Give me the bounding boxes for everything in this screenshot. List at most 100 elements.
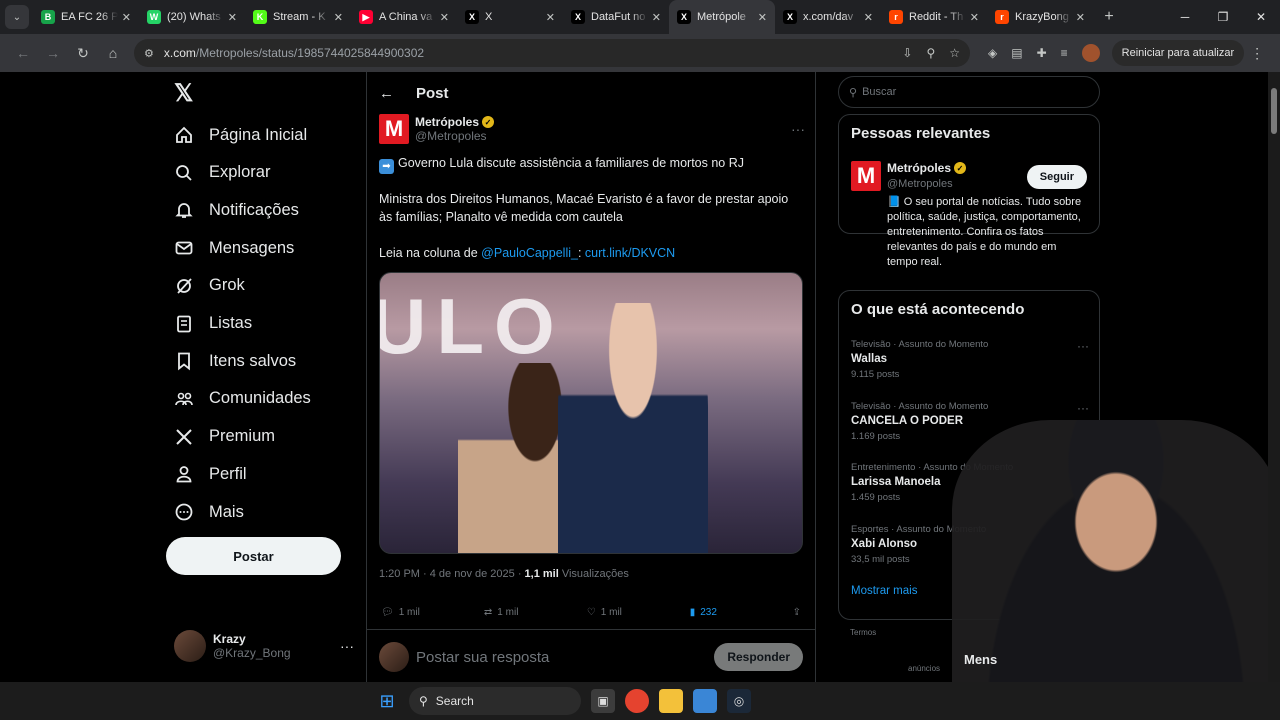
reply-action[interactable]: 💬︎ 1 mil	[381, 607, 484, 618]
reply-input[interactable]: Postar sua resposta	[416, 649, 549, 666]
nav-item-mais[interactable]: Mais	[174, 497, 244, 527]
trend-item[interactable]: Televisão · Assunto do Momento Wallas 9.11…	[851, 339, 1089, 380]
nav-item-página-inicial[interactable]: Página Inicial	[174, 120, 307, 150]
metropoles-logo-icon[interactable]: M	[851, 161, 881, 191]
extension-icon[interactable]: ▤	[1011, 46, 1022, 60]
page-title: Post	[416, 84, 449, 102]
trend-count: 9.115 posts	[851, 369, 900, 380]
metropoles-logo-icon[interactable]: M	[379, 114, 409, 144]
browser-tab[interactable]: X X ✕	[457, 0, 563, 34]
nav-item-premium[interactable]: Premium	[174, 422, 275, 452]
more-icon[interactable]: ···	[340, 638, 354, 654]
x-logo-icon[interactable]: 𝕏	[174, 82, 198, 106]
site-info-icon[interactable]: ⚙	[144, 47, 154, 60]
post-button[interactable]: Postar	[166, 537, 341, 575]
page-scrollbar[interactable]	[1268, 72, 1280, 682]
repost-action[interactable]: ⇄ 1 mil	[484, 607, 587, 618]
store-icon[interactable]	[693, 689, 717, 713]
maximize-button[interactable]: ❐	[1204, 10, 1242, 24]
browser-tab[interactable]: Xx.com/dav ✕	[775, 0, 881, 34]
forward-button[interactable]: →	[38, 38, 68, 68]
divider	[367, 629, 815, 630]
relevant-name-row[interactable]: Metrópoles ✓	[887, 161, 967, 175]
mention-link[interactable]: @PauloCappelli_	[481, 246, 578, 260]
search-icon: ⚲	[849, 86, 858, 99]
search-input[interactable]: ⚲ Buscar	[838, 76, 1100, 108]
close-tab-icon[interactable]: ✕	[440, 11, 449, 24]
ads-info-link[interactable]: anúncios	[908, 664, 940, 673]
browser-tab[interactable]: X DataFut no ✕	[563, 0, 669, 34]
close-tab-icon[interactable]: ✕	[228, 11, 237, 24]
browser-tab[interactable]: r KrazyBong ✕	[987, 0, 1093, 34]
task-view-icon[interactable]: ▣	[591, 689, 615, 713]
account-switcher[interactable]: Krazy @Krazy_Bong ···	[174, 630, 354, 662]
post-more-icon[interactable]: ···	[791, 121, 805, 137]
close-window-button[interactable]: ✕	[1242, 10, 1280, 24]
close-tab-icon[interactable]: ✕	[864, 11, 873, 24]
post-timestamp[interactable]: 1:20 PM · 4 de nov de 2025 ·	[379, 568, 525, 580]
browser-tab[interactable]: K Stream - K ✕	[245, 0, 351, 34]
nav-item-itens-salvos[interactable]: Itens salvos	[174, 346, 296, 376]
chrome-icon[interactable]	[625, 689, 649, 713]
file-explorer-icon[interactable]	[659, 689, 683, 713]
read-prefix: Leia na coluna de	[379, 246, 482, 260]
install-app-icon[interactable]: ⇩	[902, 46, 912, 60]
steam-icon[interactable]: ◎	[727, 689, 751, 713]
trend-more-icon[interactable]: ···	[1077, 401, 1089, 415]
show-more-link[interactable]: Mostrar mais	[851, 585, 917, 597]
address-bar[interactable]: ⚙ x.com/Metropoles/status/19857440258449…	[134, 39, 970, 67]
nav-item-listas[interactable]: Listas	[174, 309, 252, 339]
new-tab-button[interactable]: +	[1097, 5, 1121, 29]
media-controls-icon[interactable]: ≡	[1061, 46, 1068, 60]
back-arrow-icon[interactable]: ←	[379, 85, 394, 102]
puzzle-icon[interactable]: ✚	[1037, 46, 1047, 60]
close-tab-icon[interactable]: ✕	[758, 11, 767, 24]
browser-tab[interactable]: r Reddit - Th ✕	[881, 0, 987, 34]
close-tab-icon[interactable]: ✕	[546, 11, 555, 24]
minimize-button[interactable]: ─	[1166, 10, 1204, 24]
nav-item-explorar[interactable]: Explorar	[174, 158, 270, 188]
browser-tab[interactable]: ▶ A China va ✕	[351, 0, 457, 34]
bookmark-action[interactable]: ▮ 232	[690, 607, 793, 618]
close-tab-icon[interactable]: ✕	[334, 11, 343, 24]
windows-start-icon[interactable]: ⊞	[375, 689, 399, 713]
browser-tab[interactable]: W (20) Whats ✕	[139, 0, 245, 34]
like-action[interactable]: ♡ 1 mil	[587, 607, 690, 618]
trend-more-icon[interactable]: ···	[1077, 339, 1089, 353]
zoom-icon[interactable]: ⚲	[926, 46, 935, 60]
scrollbar-thumb[interactable]	[1271, 88, 1277, 134]
nav-item-grok[interactable]: Grok	[174, 271, 245, 301]
taskbar-search[interactable]: ⚲ Search	[409, 687, 581, 715]
back-button[interactable]: ←	[8, 38, 38, 68]
close-tab-icon[interactable]: ✕	[652, 11, 661, 24]
star-icon[interactable]: ☆	[949, 46, 960, 60]
close-tab-icon[interactable]: ✕	[1076, 11, 1085, 24]
window-controls: ─ ❐ ✕	[1166, 10, 1280, 24]
browser-menu-icon[interactable]: ⋮	[1250, 45, 1264, 62]
browser-tab[interactable]: B EA FC 26 P ✕	[33, 0, 139, 34]
home-button[interactable]: ⌂	[98, 38, 128, 68]
share-icon[interactable]: ⇪	[793, 607, 801, 618]
browser-tab[interactable]: X Metrópole ✕	[669, 0, 775, 34]
tab-search-button[interactable]: ⌄	[5, 5, 29, 29]
follow-button[interactable]: Seguir	[1026, 165, 1087, 189]
external-link[interactable]: curt.link/DKVCN	[585, 246, 675, 260]
extension-icon[interactable]: ◈	[988, 46, 997, 60]
url-host: x.com	[163, 46, 196, 60]
nav-item-mensagens[interactable]: Mensagens	[174, 233, 294, 263]
post-image[interactable]: ULO	[379, 272, 803, 554]
close-tab-icon[interactable]: ✕	[970, 11, 979, 24]
terms-link[interactable]: Termos	[850, 628, 876, 637]
nav-item-perfil[interactable]: Perfil	[174, 459, 247, 489]
nav-item-notificações[interactable]: Notificações	[174, 195, 299, 225]
nav-item-comunidades[interactable]: Comunidades	[174, 384, 311, 414]
reload-button[interactable]: ↻	[68, 38, 98, 68]
restart-update-button[interactable]: Reiniciar para atualizar	[1111, 40, 1245, 66]
close-tab-icon[interactable]: ✕	[122, 11, 131, 24]
author-name-row[interactable]: Metrópoles ✓	[415, 115, 495, 129]
messages-drawer-label[interactable]: Mens	[964, 652, 997, 667]
more-circle-icon	[174, 502, 194, 522]
profile-avatar[interactable]	[1081, 44, 1100, 62]
reply-button[interactable]: Responder	[714, 643, 803, 671]
nav-item-label: Notificações	[209, 200, 299, 219]
